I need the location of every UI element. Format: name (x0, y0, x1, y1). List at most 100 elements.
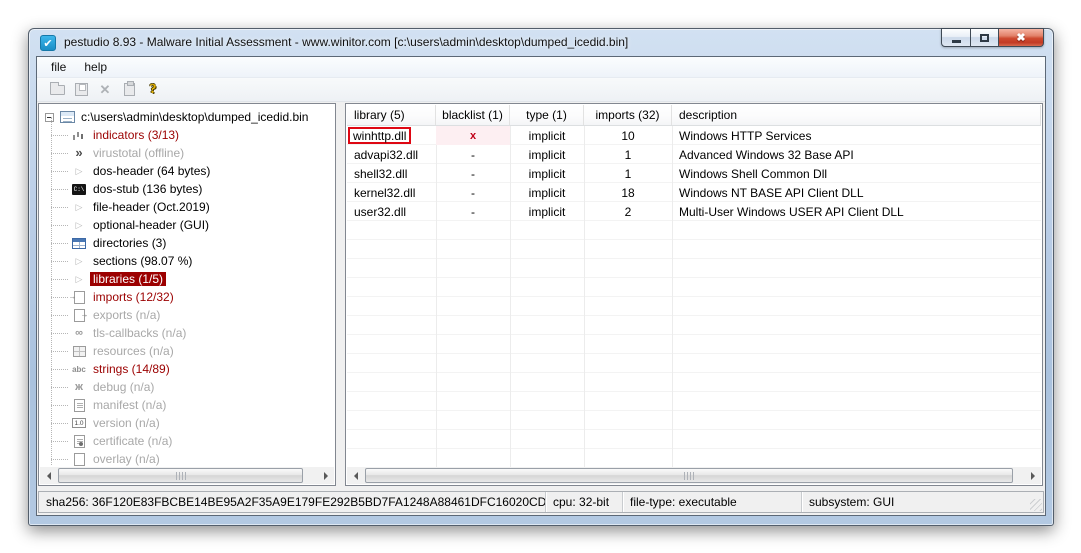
menu-help[interactable]: help (75, 58, 116, 76)
close-button[interactable]: ✖ (999, 28, 1044, 47)
status-subsystem: subsystem: GUI (802, 492, 1043, 512)
status-file-type: file-type: executable (623, 492, 802, 512)
tree-item-label: certificate (n/a) (90, 434, 175, 448)
scroll-left-icon[interactable] (347, 467, 364, 484)
maximize-icon (980, 34, 989, 42)
tree-item-label: imports (12/32) (90, 290, 177, 304)
resources-icon (71, 344, 87, 358)
tree-item-debug[interactable]: ж debug (n/a) (41, 378, 333, 396)
bar-chart-icon (71, 128, 87, 142)
close-icon: ✖ (1016, 31, 1025, 44)
window-title: pestudio 8.93 - Malware Initial Assessme… (64, 35, 628, 49)
imports-cell: 2 (584, 202, 672, 221)
tree-item-manifest[interactable]: manifest (n/a) (41, 396, 333, 414)
tree-item-virustotal[interactable]: » virustotal (offline) (41, 144, 333, 162)
type-cell: implicit (510, 145, 584, 164)
imports-cell: 1 (584, 145, 672, 164)
status-cpu: cpu: 32-bit (546, 492, 623, 512)
scroll-right-icon[interactable] (1024, 467, 1041, 484)
scroll-left-icon[interactable] (40, 467, 57, 484)
tree-item-certificate[interactable]: certificate (n/a) (41, 432, 333, 450)
tree-item-sections[interactable]: ▷ sections (98.07 %) (41, 252, 333, 270)
tree-item-label: dos-header (64 bytes) (90, 164, 213, 178)
libraries-list-pane: library (5) blacklist (1) type (1) impor… (345, 103, 1043, 486)
column-header-library[interactable]: library (5) (347, 105, 436, 125)
status-subsystem-text: subsystem: GUI (809, 495, 894, 509)
tree-item-label: resources (n/a) (90, 344, 177, 358)
tree-item-dos-stub[interactable]: C:\ dos-stub (136 bytes) (41, 180, 333, 198)
column-header-blacklist[interactable]: blacklist (1) (436, 105, 510, 125)
imports-cell: 10 (584, 126, 672, 145)
scroll-right-icon[interactable] (317, 467, 334, 484)
tree-horizontal-scrollbar[interactable] (40, 467, 334, 484)
toolbar: ✕ ? (37, 78, 1045, 102)
tree-item-version[interactable]: 1.0 version (n/a) (41, 414, 333, 432)
minimize-button[interactable] (941, 28, 971, 47)
expander-icon: ▷ (71, 200, 87, 214)
clipboard-icon (124, 83, 135, 96)
menu-file[interactable]: file (42, 58, 75, 76)
imports-icon (71, 290, 87, 304)
manifest-icon (71, 398, 87, 412)
save-button[interactable] (70, 80, 92, 100)
help-icon: ? (150, 82, 157, 98)
copy-button[interactable] (118, 80, 140, 100)
type-cell: implicit (510, 126, 584, 145)
tree-item-label-selected: libraries (1/5) (90, 272, 166, 286)
table-row-user32[interactable]: user32.dll - implicit 2 Multi-User Windo… (347, 202, 1041, 221)
blacklist-cell: x (436, 126, 510, 145)
column-header-description[interactable]: description (672, 105, 1041, 125)
tree-item-indicators[interactable]: indicators (3/13) (41, 126, 333, 144)
expander-icon: ▷ (71, 218, 87, 232)
description-cell: Advanced Windows 32 Base API (672, 145, 1041, 164)
library-cell: advapi32.dll (347, 145, 436, 164)
blacklist-x-mark: x (470, 130, 476, 142)
tree-item-exports[interactable]: exports (n/a) (41, 306, 333, 324)
tree-item-file-header[interactable]: ▷ file-header (Oct.2019) (41, 198, 333, 216)
table-row-shell32[interactable]: shell32.dll - implicit 1 Windows Shell C… (347, 164, 1041, 183)
library-cell: user32.dll (347, 202, 436, 221)
navigation-tree-pane: c:\users\admin\desktop\dumped_icedid.bin… (38, 103, 336, 486)
tree-item-optional-header[interactable]: ▷ optional-header (GUI) (41, 216, 333, 234)
blacklist-cell: - (436, 145, 510, 164)
tree-item-resources[interactable]: resources (n/a) (41, 342, 333, 360)
table-row-winhttp[interactable]: winhttp.dll x implicit 10 Windows HTTP S… (347, 126, 1041, 145)
version-icon: 1.0 (71, 416, 87, 430)
table-horizontal-scrollbar[interactable] (347, 467, 1041, 484)
library-cell: kernel32.dll (347, 183, 436, 202)
open-file-button[interactable] (46, 80, 68, 100)
tree-item-directories[interactable]: directories (3) (41, 234, 333, 252)
tree-item-imports[interactable]: imports (12/32) (41, 288, 333, 306)
tree-item-label: overlay (n/a) (90, 452, 163, 466)
table-row-kernel32[interactable]: kernel32.dll - implicit 18 Windows NT BA… (347, 183, 1041, 202)
description-cell: Windows Shell Common Dll (672, 164, 1041, 183)
tree-item-tls-callbacks[interactable]: ∞ tls-callbacks (n/a) (41, 324, 333, 342)
status-sha256: sha256: 36F120E83FBCBE14BE95A2F35A9E179F… (39, 492, 546, 512)
imports-cell: 1 (584, 164, 672, 183)
tree-item-label: exports (n/a) (90, 308, 163, 322)
collapse-expander-icon[interactable] (45, 113, 54, 122)
column-header-imports[interactable]: imports (32) (584, 105, 672, 125)
blacklist-cell: - (436, 183, 510, 202)
strings-icon: abc (71, 362, 87, 376)
scrollbar-thumb[interactable] (58, 468, 303, 483)
tree-item-overlay[interactable]: overlay (n/a) (41, 450, 333, 466)
table-row-advapi32[interactable]: advapi32.dll - implicit 1 Advanced Windo… (347, 145, 1041, 164)
column-header-type[interactable]: type (1) (510, 105, 584, 125)
tree-root-file[interactable]: c:\users\admin\desktop\dumped_icedid.bin (41, 108, 333, 126)
tree-children: indicators (3/13) » virustotal (offline)… (41, 126, 333, 466)
tree-item-libraries[interactable]: ▷ libraries (1/5) (41, 270, 333, 288)
expander-icon: ▷ (71, 164, 87, 178)
library-cell: shell32.dll (347, 164, 436, 183)
tree-item-strings[interactable]: abc strings (14/89) (41, 360, 333, 378)
tree-item-dos-header[interactable]: ▷ dos-header (64 bytes) (41, 162, 333, 180)
resize-grip-icon[interactable] (1030, 499, 1042, 511)
expander-icon: ▷ (71, 272, 87, 286)
help-button[interactable]: ? (142, 80, 164, 100)
maximize-button[interactable] (971, 28, 999, 47)
minimize-icon (952, 40, 961, 43)
scrollbar-thumb[interactable] (365, 468, 1013, 483)
titlebar[interactable]: ✔ pestudio 8.93 - Malware Initial Assess… (29, 29, 1053, 56)
menubar: file help (37, 57, 1045, 78)
delete-button[interactable]: ✕ (94, 80, 116, 100)
